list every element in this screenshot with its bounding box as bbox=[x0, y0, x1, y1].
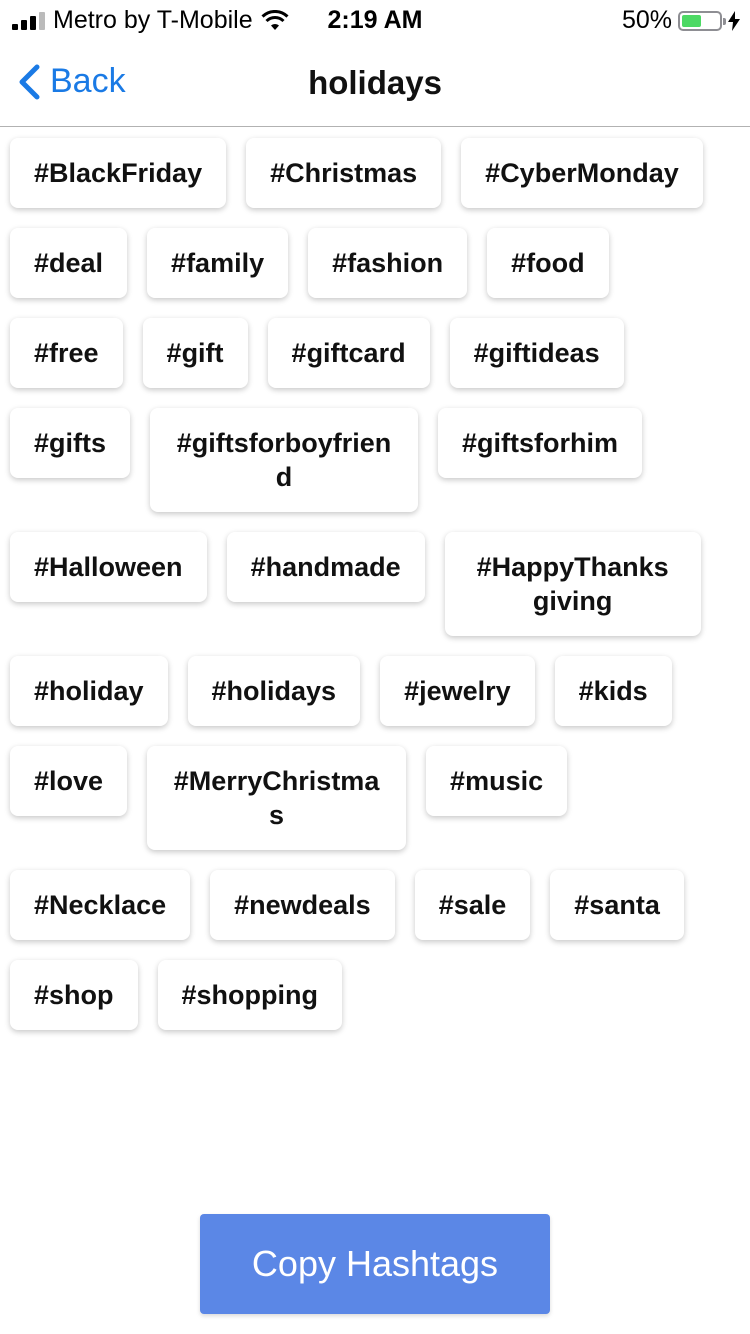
hashtag-chip[interactable]: #Necklace bbox=[10, 870, 191, 940]
hashtag-chip[interactable]: #fashion bbox=[308, 228, 468, 298]
charging-bolt-icon bbox=[728, 10, 740, 31]
navigation-bar: Back holidays bbox=[0, 40, 750, 127]
hashtag-chip[interactable]: #gifts bbox=[10, 408, 131, 478]
hashtag-chip[interactable]: #newdeals bbox=[210, 870, 395, 940]
hashtag-chip[interactable]: #love bbox=[10, 746, 128, 816]
hashtag-chip[interactable]: #holidays bbox=[187, 656, 361, 726]
hashtag-chip[interactable]: #kids bbox=[554, 656, 672, 726]
hashtag-list: #BlackFriday #Christmas #CyberMonday #de… bbox=[0, 128, 750, 1050]
hashtag-chip[interactable]: #food bbox=[487, 228, 609, 298]
copy-hashtags-button[interactable]: Copy Hashtags bbox=[200, 1214, 550, 1314]
hashtag-chip[interactable]: #Christmas bbox=[246, 138, 442, 208]
hashtag-chip[interactable]: #holiday bbox=[10, 656, 168, 726]
hashtag-chip[interactable]: #giftcard bbox=[267, 318, 430, 388]
hashtag-chip[interactable]: #HappyThanksgiving bbox=[444, 532, 701, 636]
hashtag-chip[interactable]: #deal bbox=[10, 228, 128, 298]
hashtag-chip[interactable]: #santa bbox=[550, 870, 684, 940]
hashtag-chip[interactable]: #giftsforhim bbox=[438, 408, 643, 478]
hashtag-chip[interactable]: #shopping bbox=[157, 960, 343, 1030]
hashtag-chip[interactable]: #giftsforboyfriend bbox=[150, 408, 419, 512]
hashtag-chip[interactable]: #MerryChristmas bbox=[147, 746, 407, 850]
hashtag-chip[interactable]: #family bbox=[147, 228, 289, 298]
bottom-action-area: Copy Hashtags bbox=[0, 1194, 750, 1334]
hashtag-chip[interactable]: #CyberMonday bbox=[461, 138, 703, 208]
hashtag-list-area[interactable]: #BlackFriday #Christmas #CyberMonday #de… bbox=[0, 128, 750, 1194]
hashtag-chip[interactable]: #shop bbox=[10, 960, 138, 1030]
hashtag-chip[interactable]: #free bbox=[10, 318, 123, 388]
hashtag-chip[interactable]: #music bbox=[426, 746, 568, 816]
hashtag-chip[interactable]: #handmade bbox=[226, 532, 425, 602]
hashtag-chip[interactable]: #giftideas bbox=[449, 318, 624, 388]
hashtag-chip[interactable]: #BlackFriday bbox=[10, 138, 227, 208]
hashtag-chip[interactable]: #Halloween bbox=[10, 532, 207, 602]
page-title: holidays bbox=[308, 64, 442, 101]
battery-icon bbox=[678, 10, 726, 31]
status-right: 50% bbox=[622, 6, 740, 35]
hashtag-chip[interactable]: #sale bbox=[414, 870, 531, 940]
hashtag-chip[interactable]: #jewelry bbox=[380, 656, 535, 726]
hashtag-chip[interactable]: #gift bbox=[142, 318, 248, 388]
status-bar: Metro by T-Mobile 2:19 AM 50% bbox=[0, 0, 750, 40]
battery-percent: 50% bbox=[621, 6, 672, 34]
